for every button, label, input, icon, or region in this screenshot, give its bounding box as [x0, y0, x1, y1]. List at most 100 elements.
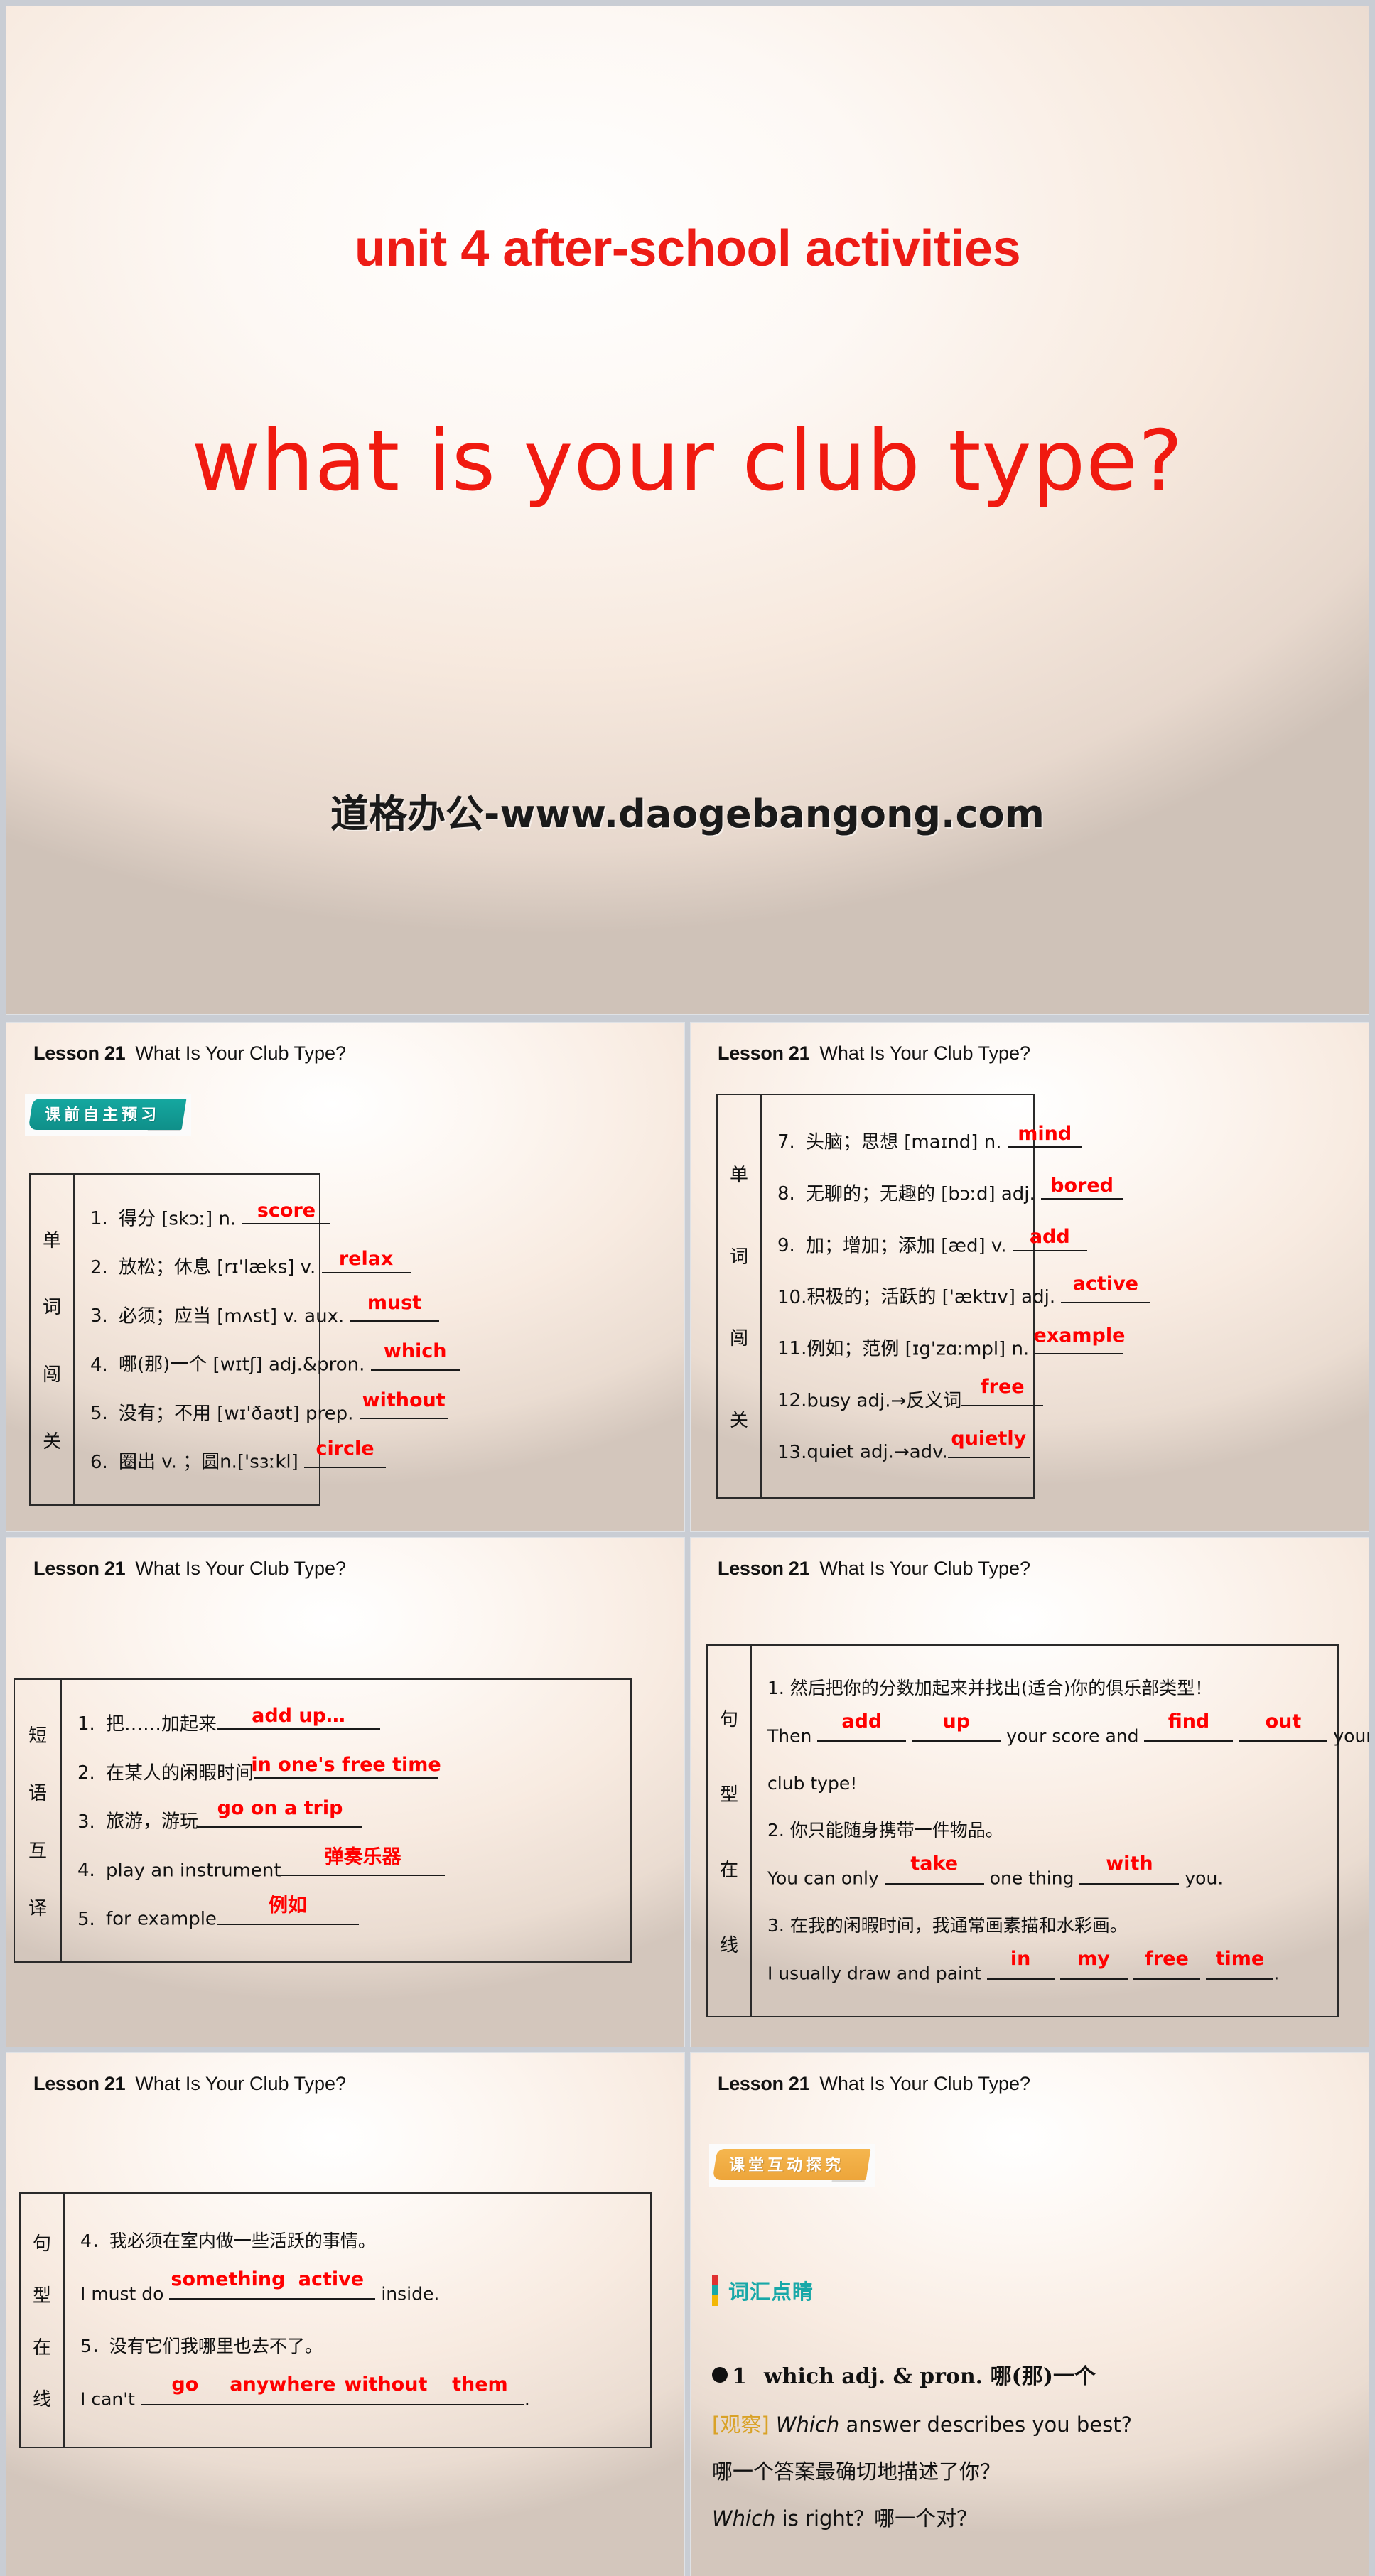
sentence-en: I must do something active inside. [80, 2268, 640, 2306]
sentence-fragment: your score and [1001, 1725, 1145, 1747]
answer-blank: mind [1007, 1123, 1082, 1148]
sentence-table-side-label: 句 型 在 线 [21, 2194, 65, 2447]
panel-header: Lesson 21 What Is Your Club Type? [718, 1042, 1030, 1065]
example-rest: is right？哪一个对？ [775, 2506, 978, 2531]
row-number: 2. [77, 1762, 95, 1784]
sentence-fragment [1128, 1963, 1133, 1984]
table-row: 13.quiet adj.→adv. quietly [777, 1428, 1150, 1463]
translation-line: 哪一个答案最确切地描述了你？ [712, 2459, 1001, 2484]
row-number: 5. [77, 1908, 95, 1930]
lesson-label: Lesson 21 [33, 1042, 126, 1064]
answer-blank: 例如 [216, 1895, 359, 1925]
lesson-label: Lesson 21 [718, 2073, 810, 2094]
answer-text: add [1029, 1226, 1070, 1249]
sentence-cn: 4．我必须在室内做一些活跃的事情。 [80, 2230, 376, 2251]
row-text: 必须；应当 [mʌst] v. aux. [119, 1305, 345, 1327]
table-row: 2. 放松；休息 [rɪ'læks] v. relax [90, 1248, 460, 1278]
answer-blank: which [370, 1340, 460, 1371]
row-number: 1. [77, 1713, 95, 1735]
sentence-en: I can't go anywhere without them. [80, 2373, 640, 2411]
answer-blank: active [286, 2268, 376, 2300]
answer-blank: free [1133, 1948, 1201, 1980]
hero-slide: unit 4 after-school activities what is y… [6, 6, 1369, 1015]
sentence-en: I usually draw and paint in my free time… [767, 1948, 1369, 1985]
sentence-table: 句 型 在 线 4．我必须在室内做一些活跃的事情。 I must do some… [19, 2192, 652, 2448]
answer-text: without [344, 2373, 428, 2396]
answer-text: find [1168, 1710, 1210, 1732]
answer-blank: go [140, 2373, 230, 2405]
answer-blank: them [435, 2373, 524, 2405]
example-keyword: Which [712, 2506, 776, 2531]
answer-blank: anywhere [229, 2373, 336, 2405]
answer-text: go on a trip [217, 1797, 343, 1820]
row-number: 1. [90, 1208, 108, 1230]
lesson-title: What Is Your Club Type? [819, 2073, 1031, 2094]
sentence-fragment: one thing [983, 1868, 1080, 1889]
row-number: 12. [777, 1389, 807, 1411]
answer-text: must [367, 1291, 422, 1314]
answer-blank: in one's free time [251, 1754, 441, 1779]
slide-panel-words-1[interactable]: Lesson 21 What Is Your Club Type? 课前自主预习 … [6, 1022, 685, 1532]
side-label-char: 语 [28, 1783, 47, 1804]
row-text: 加；增加；添加 [æd] v. [806, 1234, 1007, 1256]
lesson-label: Lesson 21 [33, 1558, 126, 1579]
side-label-char: 闯 [42, 1364, 61, 1386]
table-row: 10.积极的；活跃的 ['æktɪv] adj. active [777, 1273, 1150, 1308]
answer-blank: without [359, 1389, 448, 1420]
badge-label: 课前自主预习 [45, 1106, 161, 1124]
slide-panel-phrases[interactable]: Lesson 21 What Is Your Club Type? 短 语 互 译… [6, 1537, 685, 2047]
slide-panel-sentences-2[interactable]: Lesson 21 What Is Your Club Type? 句 型 在 线… [6, 2052, 685, 2576]
lesson-label: Lesson 21 [718, 1042, 810, 1064]
answer-blank: circle [304, 1438, 387, 1468]
row-text: 没有；不用 [wɪ'ðaʊt] prep. [119, 1403, 354, 1425]
side-label-char: 线 [719, 1935, 738, 1956]
row-number: 10. [777, 1286, 807, 1308]
row-number: 5. [90, 1403, 108, 1425]
sentence-fragment: You can only [767, 1868, 885, 1889]
lesson-title: What Is Your Club Type? [135, 2073, 347, 2094]
answer-text: them [452, 2373, 508, 2396]
table-row: 5. 没有；不用 [wɪ'ðaʊt] prep. without [90, 1389, 460, 1425]
observe-tag: [观察] [712, 2413, 770, 2437]
side-label-char: 在 [719, 1860, 738, 1881]
word-table: 单 词 闯 关 7. 头脑；思想 [maɪnd] n. mind 8. 无聊的；无趣… [716, 1094, 1150, 1499]
answer-blank: with [1079, 1853, 1180, 1885]
answer-text: without [362, 1389, 446, 1411]
panel-header: Lesson 21 What Is Your Club Type? [718, 1558, 1030, 1580]
row-number: 7. [777, 1131, 795, 1153]
section-heading-vocab: 词汇点睛 [712, 2275, 814, 2307]
filled-circle-icon [712, 2367, 728, 2383]
sentence-table-side-label: 句 型 在 线 [708, 1646, 752, 2016]
answer-blank: add [817, 1710, 907, 1742]
sentence-fragment [1055, 1963, 1060, 1984]
lesson-title: What Is Your Club Type? [135, 1042, 347, 1064]
row-number: 3. [77, 1811, 95, 1833]
answer-text: go [171, 2373, 199, 2396]
answer-text: free [1145, 1948, 1189, 1971]
answer-text: 弹奏乐器 [324, 1845, 401, 1868]
row-number: 3. [90, 1305, 108, 1327]
table-row: 3. 必须；应当 [mʌst] v. aux. must [90, 1292, 460, 1327]
answer-text: up [942, 1710, 971, 1732]
table-row: 1. 得分 [skɔː] n. score [90, 1200, 460, 1230]
row-number: 8. [777, 1183, 795, 1205]
vocab-entry-body: 1 which adj. & pron. 哪(那)一个 [观察] Which a… [712, 2359, 1352, 2549]
slide-panel-vocab-focus[interactable]: Lesson 21 What Is Your Club Type? 课堂互动探究 … [690, 2052, 1369, 2576]
row-text: for example [106, 1908, 217, 1930]
slide-panel-words-2[interactable]: Lesson 21 What Is Your Club Type? 单 词 闯 关… [690, 1022, 1369, 1532]
answer-blank: time [1206, 1948, 1274, 1980]
word-table-body: 1. 得分 [skɔː] n. score 2. 放松；休息 [rɪ'læks] v… [75, 1175, 470, 1504]
side-label-char: 译 [28, 1898, 47, 1919]
sentence-fragment: I usually draw and paint [767, 1963, 987, 1984]
side-label-char: 句 [32, 2233, 51, 2255]
answer-blank: example [1033, 1325, 1125, 1355]
slide-panel-sentences-1[interactable]: Lesson 21 What Is Your Club Type? 句 型 在 线… [690, 1537, 1369, 2047]
sentence-cn: 5．没有它们我哪里也去不了。 [80, 2335, 323, 2356]
side-label-char: 型 [32, 2285, 51, 2307]
row-text: 例如；范例 [ɪg'zɑːmpl] n. [807, 1338, 1030, 1360]
row-number: 9. [777, 1234, 795, 1256]
badge-label: 课堂互动探究 [729, 2157, 845, 2174]
lesson-label: Lesson 21 [33, 2073, 126, 2094]
panel-header: Lesson 21 What Is Your Club Type? [33, 2073, 346, 2095]
example-rest: answer describes you best? [839, 2413, 1132, 2437]
